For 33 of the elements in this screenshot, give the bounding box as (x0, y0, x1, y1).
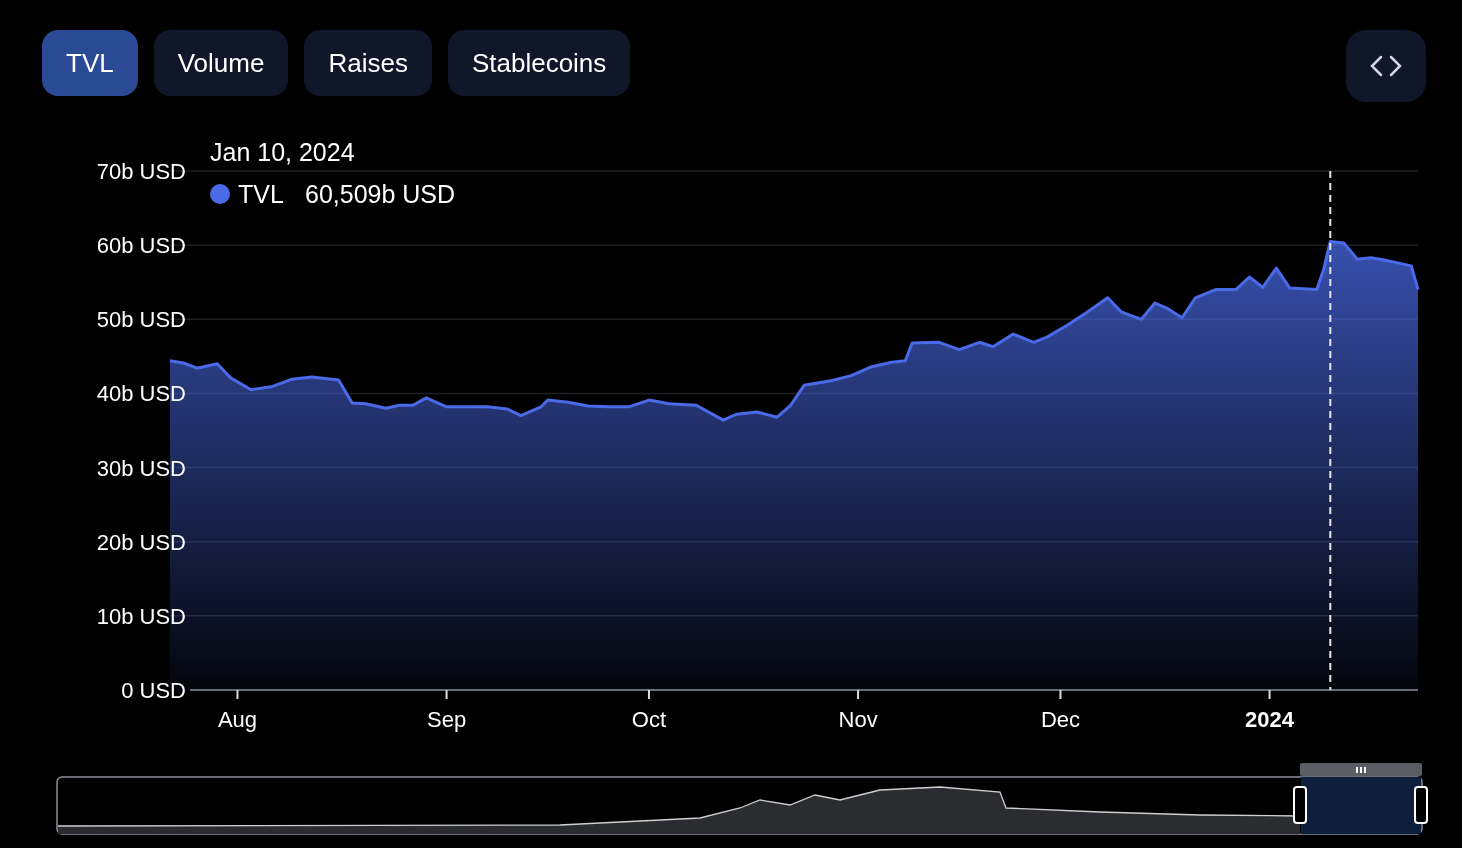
y-axis-label: 70b USD (96, 159, 186, 184)
embed-button[interactable] (1346, 30, 1426, 102)
x-tick-mark (1059, 689, 1062, 700)
x-axis-label: 2024 (1245, 707, 1295, 732)
x-axis-label: Sep (427, 707, 467, 732)
x-tick-mark (445, 689, 448, 700)
y-axis-label: 10b USD (96, 603, 186, 629)
range-drag-bar[interactable] (1300, 763, 1422, 776)
x-axis-label: Dec (1040, 707, 1081, 732)
range-handle[interactable] (1293, 786, 1307, 824)
y-axis-label: 0 USD (121, 678, 186, 703)
code-icon (1370, 54, 1402, 78)
tab[interactable]: TVL (42, 30, 138, 96)
tooltip-date: Jan 10, 2024 (210, 138, 355, 166)
x-tick-mark (1268, 689, 1271, 700)
tooltip-series-name: TVL (238, 180, 284, 208)
x-axis-label: Oct (631, 707, 667, 732)
y-axis-label: 60b USD (96, 233, 186, 259)
tooltip-value: 60,509b USD (305, 180, 456, 208)
grip-icon (1356, 767, 1366, 773)
x-axis-label: Aug (217, 707, 258, 732)
x-tick-mark (857, 689, 860, 700)
tab[interactable]: Stablecoins (447, 30, 631, 96)
y-axis-label: 50b USD (96, 307, 186, 333)
x-tick-mark (647, 689, 650, 700)
y-axis-label: 30b USD (96, 455, 186, 481)
y-axis-label: 20b USD (96, 529, 186, 555)
tab[interactable]: Raises (304, 30, 432, 96)
x-axis-label: Nov (838, 707, 878, 732)
y-axis-label: 40b USD (96, 381, 186, 407)
range-handle[interactable] (1414, 786, 1428, 824)
tab[interactable]: Volume (153, 30, 289, 96)
x-tick-mark (236, 689, 239, 700)
